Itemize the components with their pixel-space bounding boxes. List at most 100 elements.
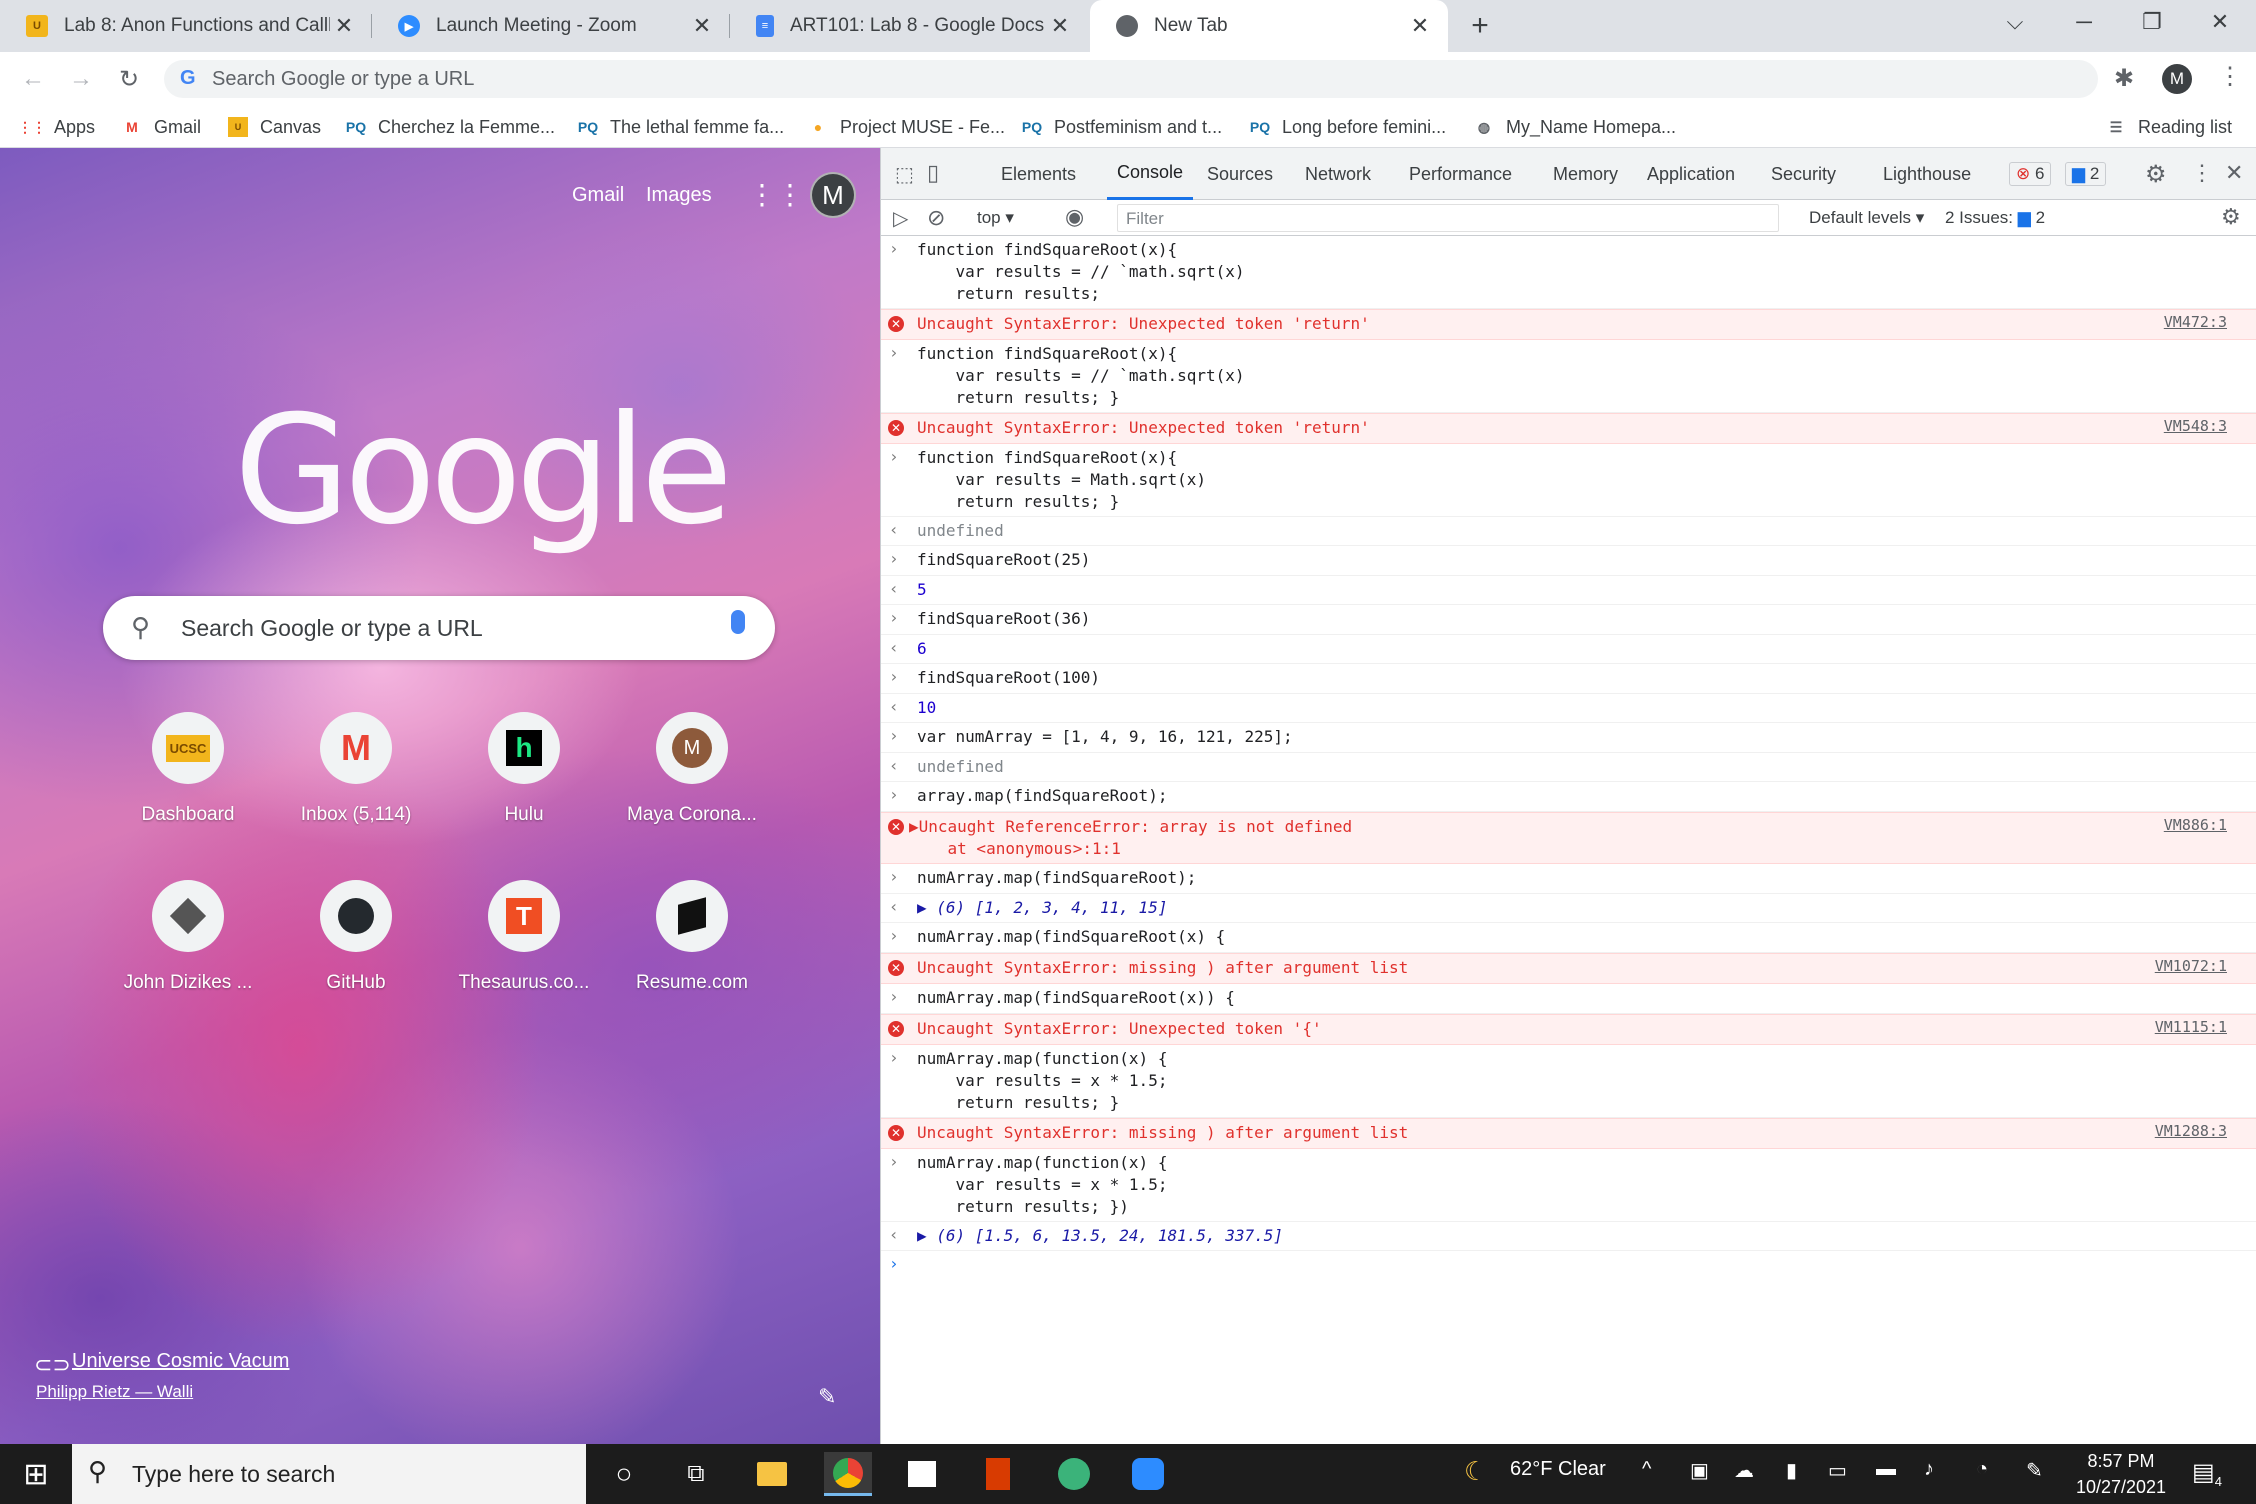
tray-chevron-icon[interactable]: ^: [1642, 1458, 1651, 1481]
settings-gear-icon[interactable]: ⚙: [2145, 160, 2167, 189]
restore-button[interactable]: ❐: [2118, 0, 2186, 44]
console-filter-input[interactable]: Filter: [1117, 204, 1779, 232]
wifi-icon[interactable]: ◔: [1976, 1458, 1988, 1481]
back-button[interactable]: ←: [16, 62, 50, 96]
tab-network[interactable]: Network: [1305, 148, 1371, 200]
source-link[interactable]: VM472:3: [2164, 313, 2227, 331]
console-text[interactable]: var numArray = [1, 4, 9, 16, 121, 225];: [917, 726, 1293, 748]
zoom-taskbar-icon[interactable]: [1124, 1452, 1172, 1496]
source-link[interactable]: VM886:1: [2164, 816, 2227, 834]
profile-avatar[interactable]: M: [2162, 64, 2192, 94]
taskbar-search[interactable]: ⚲ Type here to search: [72, 1444, 586, 1504]
reading-list[interactable]: ☰ Reading list: [2106, 114, 2232, 140]
console-array-result[interactable]: ▶ (6) [1.5, 6, 13.5, 24, 181.5, 337.5]: [917, 1225, 1283, 1247]
close-icon[interactable]: ✕: [1406, 12, 1434, 40]
new-tab-button[interactable]: +: [1464, 9, 1496, 42]
cortana-icon[interactable]: ○: [600, 1452, 648, 1496]
devtools-close-icon[interactable]: ✕: [2225, 160, 2243, 186]
background-author-link[interactable]: Philipp Rietz — Walli: [36, 1382, 193, 1402]
microphone-icon[interactable]: [731, 610, 745, 634]
microsoft-store-icon[interactable]: [898, 1452, 946, 1496]
console-text[interactable]: findSquareRoot(25): [917, 549, 1090, 571]
tab-performance[interactable]: Performance: [1409, 148, 1512, 200]
tab-console[interactable]: Console: [1107, 148, 1194, 200]
shortcut-john-dizikes[interactable]: John Dizikes ...: [104, 880, 272, 1030]
close-icon[interactable]: ✕: [688, 12, 716, 40]
console-text[interactable]: numArray.map(findSquareRoot(x)) {: [917, 987, 1235, 1009]
shortcut-thesaurus[interactable]: T Thesaurus.co...: [440, 880, 608, 1030]
chrome-taskbar-icon[interactable]: [824, 1452, 872, 1496]
images-link[interactable]: Images: [646, 184, 712, 207]
minimize-button[interactable]: ─: [2050, 0, 2118, 44]
close-icon[interactable]: ✕: [330, 12, 358, 40]
tab-zoom[interactable]: ▶ Launch Meeting - Zoom ✕: [372, 0, 730, 52]
bookmark-canvas[interactable]: U Canvas: [228, 114, 321, 140]
shortcut-hulu[interactable]: h Hulu: [440, 712, 608, 862]
console-array-result[interactable]: ▶ (6) [1, 2, 3, 4, 11, 15]: [917, 897, 1167, 919]
console-text[interactable]: ▶Uncaught ReferenceError: array is not d…: [909, 816, 1352, 860]
console-prompt-row[interactable]: ›: [881, 1251, 2256, 1281]
onedrive-icon[interactable]: ☁: [1734, 1458, 1754, 1483]
source-link[interactable]: VM548:3: [2164, 417, 2227, 435]
console-text[interactable]: numArray.map(function(x) { var results =…: [917, 1152, 1167, 1218]
forward-button[interactable]: →: [64, 62, 98, 96]
volume-icon[interactable]: ♪: [1924, 1458, 1934, 1481]
meet-now-icon[interactable]: ▣: [1690, 1458, 1709, 1483]
context-select[interactable]: top ▾: [977, 208, 1014, 228]
bookmark-long-before[interactable]: PQ Long before femini...: [1250, 114, 1446, 140]
background-title-link[interactable]: Universe Cosmic Vacum: [72, 1350, 289, 1373]
tab-memory[interactable]: Memory: [1553, 148, 1618, 200]
microphone-icon[interactable]: ▮: [1786, 1458, 1797, 1483]
console-text[interactable]: array.map(findSquareRoot);: [917, 785, 1167, 807]
issue-count-badge[interactable]: ▆ 2: [2065, 162, 2107, 186]
tab-search-chevron-icon[interactable]: ⌵: [1980, 0, 2050, 44]
console-text[interactable]: function findSquareRoot(x){ var results …: [917, 239, 1245, 305]
ntp-search-box[interactable]: ⚲ Search Google or type a URL: [103, 596, 775, 660]
shortcut-inbox[interactable]: M Inbox (5,114): [272, 712, 440, 862]
bookmark-postfeminism[interactable]: PQ Postfeminism and t...: [1022, 114, 1222, 140]
source-link[interactable]: VM1115:1: [2155, 1018, 2227, 1036]
tab-new-tab[interactable]: New Tab ✕: [1090, 0, 1448, 52]
tab-security[interactable]: Security: [1771, 148, 1836, 200]
console-settings-gear-icon[interactable]: ⚙: [2221, 204, 2241, 230]
windows-start-icon[interactable]: ⊞: [12, 1452, 60, 1496]
omnibox[interactable]: G Search Google or type a URL: [164, 60, 2098, 98]
console-text[interactable]: numArray.map(findSquareRoot(x) {: [917, 926, 1225, 948]
console-text[interactable]: findSquareRoot(36): [917, 608, 1090, 630]
devtools-menu-icon[interactable]: ⋮: [2191, 160, 2213, 186]
issues-button[interactable]: 2 Issues: ▆ 2: [1945, 208, 2045, 228]
console-text[interactable]: function findSquareRoot(x){ var results …: [917, 343, 1245, 409]
device-toggle-icon[interactable]: ▯: [927, 160, 939, 186]
console-text[interactable]: function findSquareRoot(x){ var results …: [917, 447, 1206, 513]
clear-console-icon[interactable]: ⊘: [927, 205, 945, 231]
office-icon[interactable]: [974, 1452, 1022, 1496]
close-window-button[interactable]: ✕: [2186, 0, 2254, 44]
customize-pencil-icon[interactable]: ✎: [818, 1384, 836, 1410]
tab-lighthouse[interactable]: Lighthouse: [1883, 148, 1971, 200]
extensions-puzzle-icon[interactable]: ✱: [2114, 64, 2134, 93]
source-link[interactable]: VM1288:3: [2155, 1122, 2227, 1140]
tab-sources[interactable]: Sources: [1207, 148, 1273, 200]
console-text[interactable]: findSquareRoot(100): [917, 667, 1100, 689]
source-link[interactable]: VM1072:1: [2155, 957, 2227, 975]
live-expression-eye-icon[interactable]: ◉: [1065, 204, 1084, 230]
battery-icon[interactable]: ▬: [1876, 1458, 1896, 1481]
bookmark-cherchez[interactable]: PQ Cherchez la Femme...: [346, 114, 555, 140]
shortcut-resume[interactable]: Resume.com: [608, 880, 776, 1030]
shortcut-github[interactable]: GitHub: [272, 880, 440, 1030]
notification-center-icon[interactable]: ▤4: [2192, 1458, 2222, 1489]
ntp-avatar[interactable]: M: [810, 172, 856, 218]
close-icon[interactable]: ✕: [1046, 12, 1074, 40]
weather-text[interactable]: 62°F Clear: [1510, 1458, 1606, 1481]
file-explorer-icon[interactable]: [748, 1452, 796, 1496]
gmail-link[interactable]: Gmail: [572, 184, 624, 207]
console-text[interactable]: numArray.map(findSquareRoot);: [917, 867, 1196, 889]
reload-button[interactable]: ↻: [112, 62, 146, 96]
console-text[interactable]: numArray.map(function(x) { var results =…: [917, 1048, 1167, 1114]
shortcut-dashboard[interactable]: UCSC Dashboard: [104, 712, 272, 862]
tab-elements[interactable]: Elements: [1001, 148, 1076, 200]
task-view-icon[interactable]: ⧉: [672, 1452, 720, 1496]
display-icon[interactable]: ▭: [1828, 1458, 1847, 1483]
bookmark-gmail[interactable]: M Gmail: [122, 114, 201, 140]
bookmark-project-muse[interactable]: ● Project MUSE - Fe...: [808, 114, 1005, 140]
